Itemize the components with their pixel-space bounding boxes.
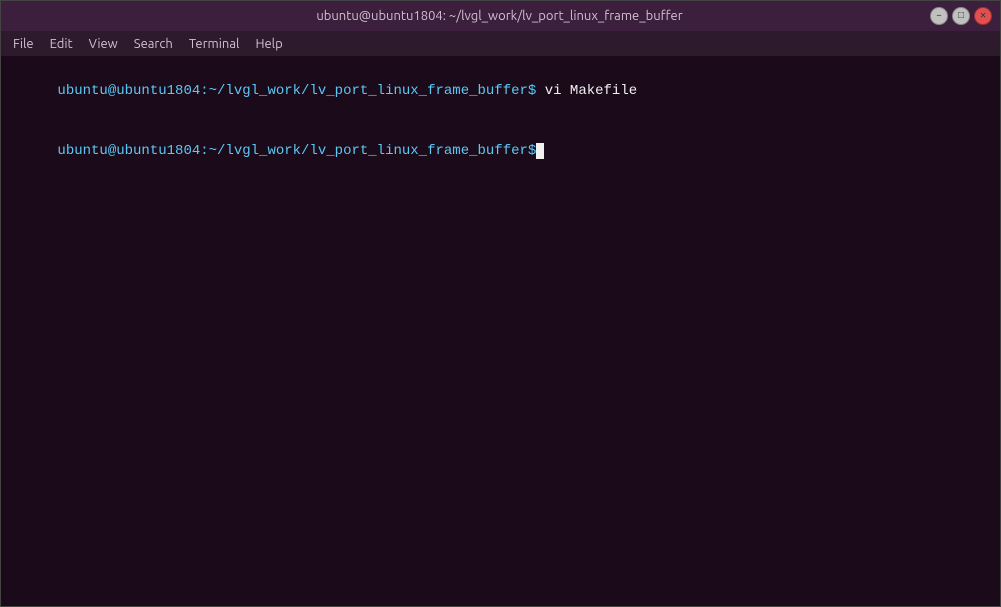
- menu-file[interactable]: File: [5, 35, 42, 53]
- window-title: ubuntu@ubuntu1804: ~/lvgl_work/lv_port_l…: [69, 9, 930, 23]
- terminal-body[interactable]: ubuntu@ubuntu1804:~/lvgl_work/lv_port_li…: [1, 57, 1000, 606]
- title-bar: ubuntu@ubuntu1804: ~/lvgl_work/lv_port_l…: [1, 1, 1000, 31]
- close-button[interactable]: ✕: [974, 7, 992, 25]
- close-icon: ✕: [980, 10, 986, 22]
- menu-edit[interactable]: Edit: [42, 35, 81, 53]
- terminal-window: ubuntu@ubuntu1804: ~/lvgl_work/lv_port_l…: [0, 0, 1001, 607]
- command-1: vi Makefile: [536, 83, 637, 99]
- menu-terminal[interactable]: Terminal: [181, 35, 248, 53]
- menu-search[interactable]: Search: [126, 35, 181, 53]
- maximize-icon: □: [958, 11, 964, 22]
- menu-bar: File Edit View Search Terminal Help: [1, 31, 1000, 57]
- minimize-button[interactable]: –: [930, 7, 948, 25]
- minimize-icon: –: [936, 11, 942, 22]
- terminal-line-2: ubuntu@ubuntu1804:~/lvgl_work/lv_port_li…: [7, 121, 994, 181]
- menu-help[interactable]: Help: [247, 35, 290, 53]
- prompt-2: ubuntu@ubuntu1804:~/lvgl_work/lv_port_li…: [57, 143, 536, 159]
- prompt-1: ubuntu@ubuntu1804:~/lvgl_work/lv_port_li…: [57, 83, 536, 99]
- cursor: [536, 143, 544, 159]
- window-controls: – □ ✕: [930, 7, 992, 25]
- maximize-button[interactable]: □: [952, 7, 970, 25]
- terminal-line-1: ubuntu@ubuntu1804:~/lvgl_work/lv_port_li…: [7, 61, 994, 121]
- menu-view[interactable]: View: [81, 35, 126, 53]
